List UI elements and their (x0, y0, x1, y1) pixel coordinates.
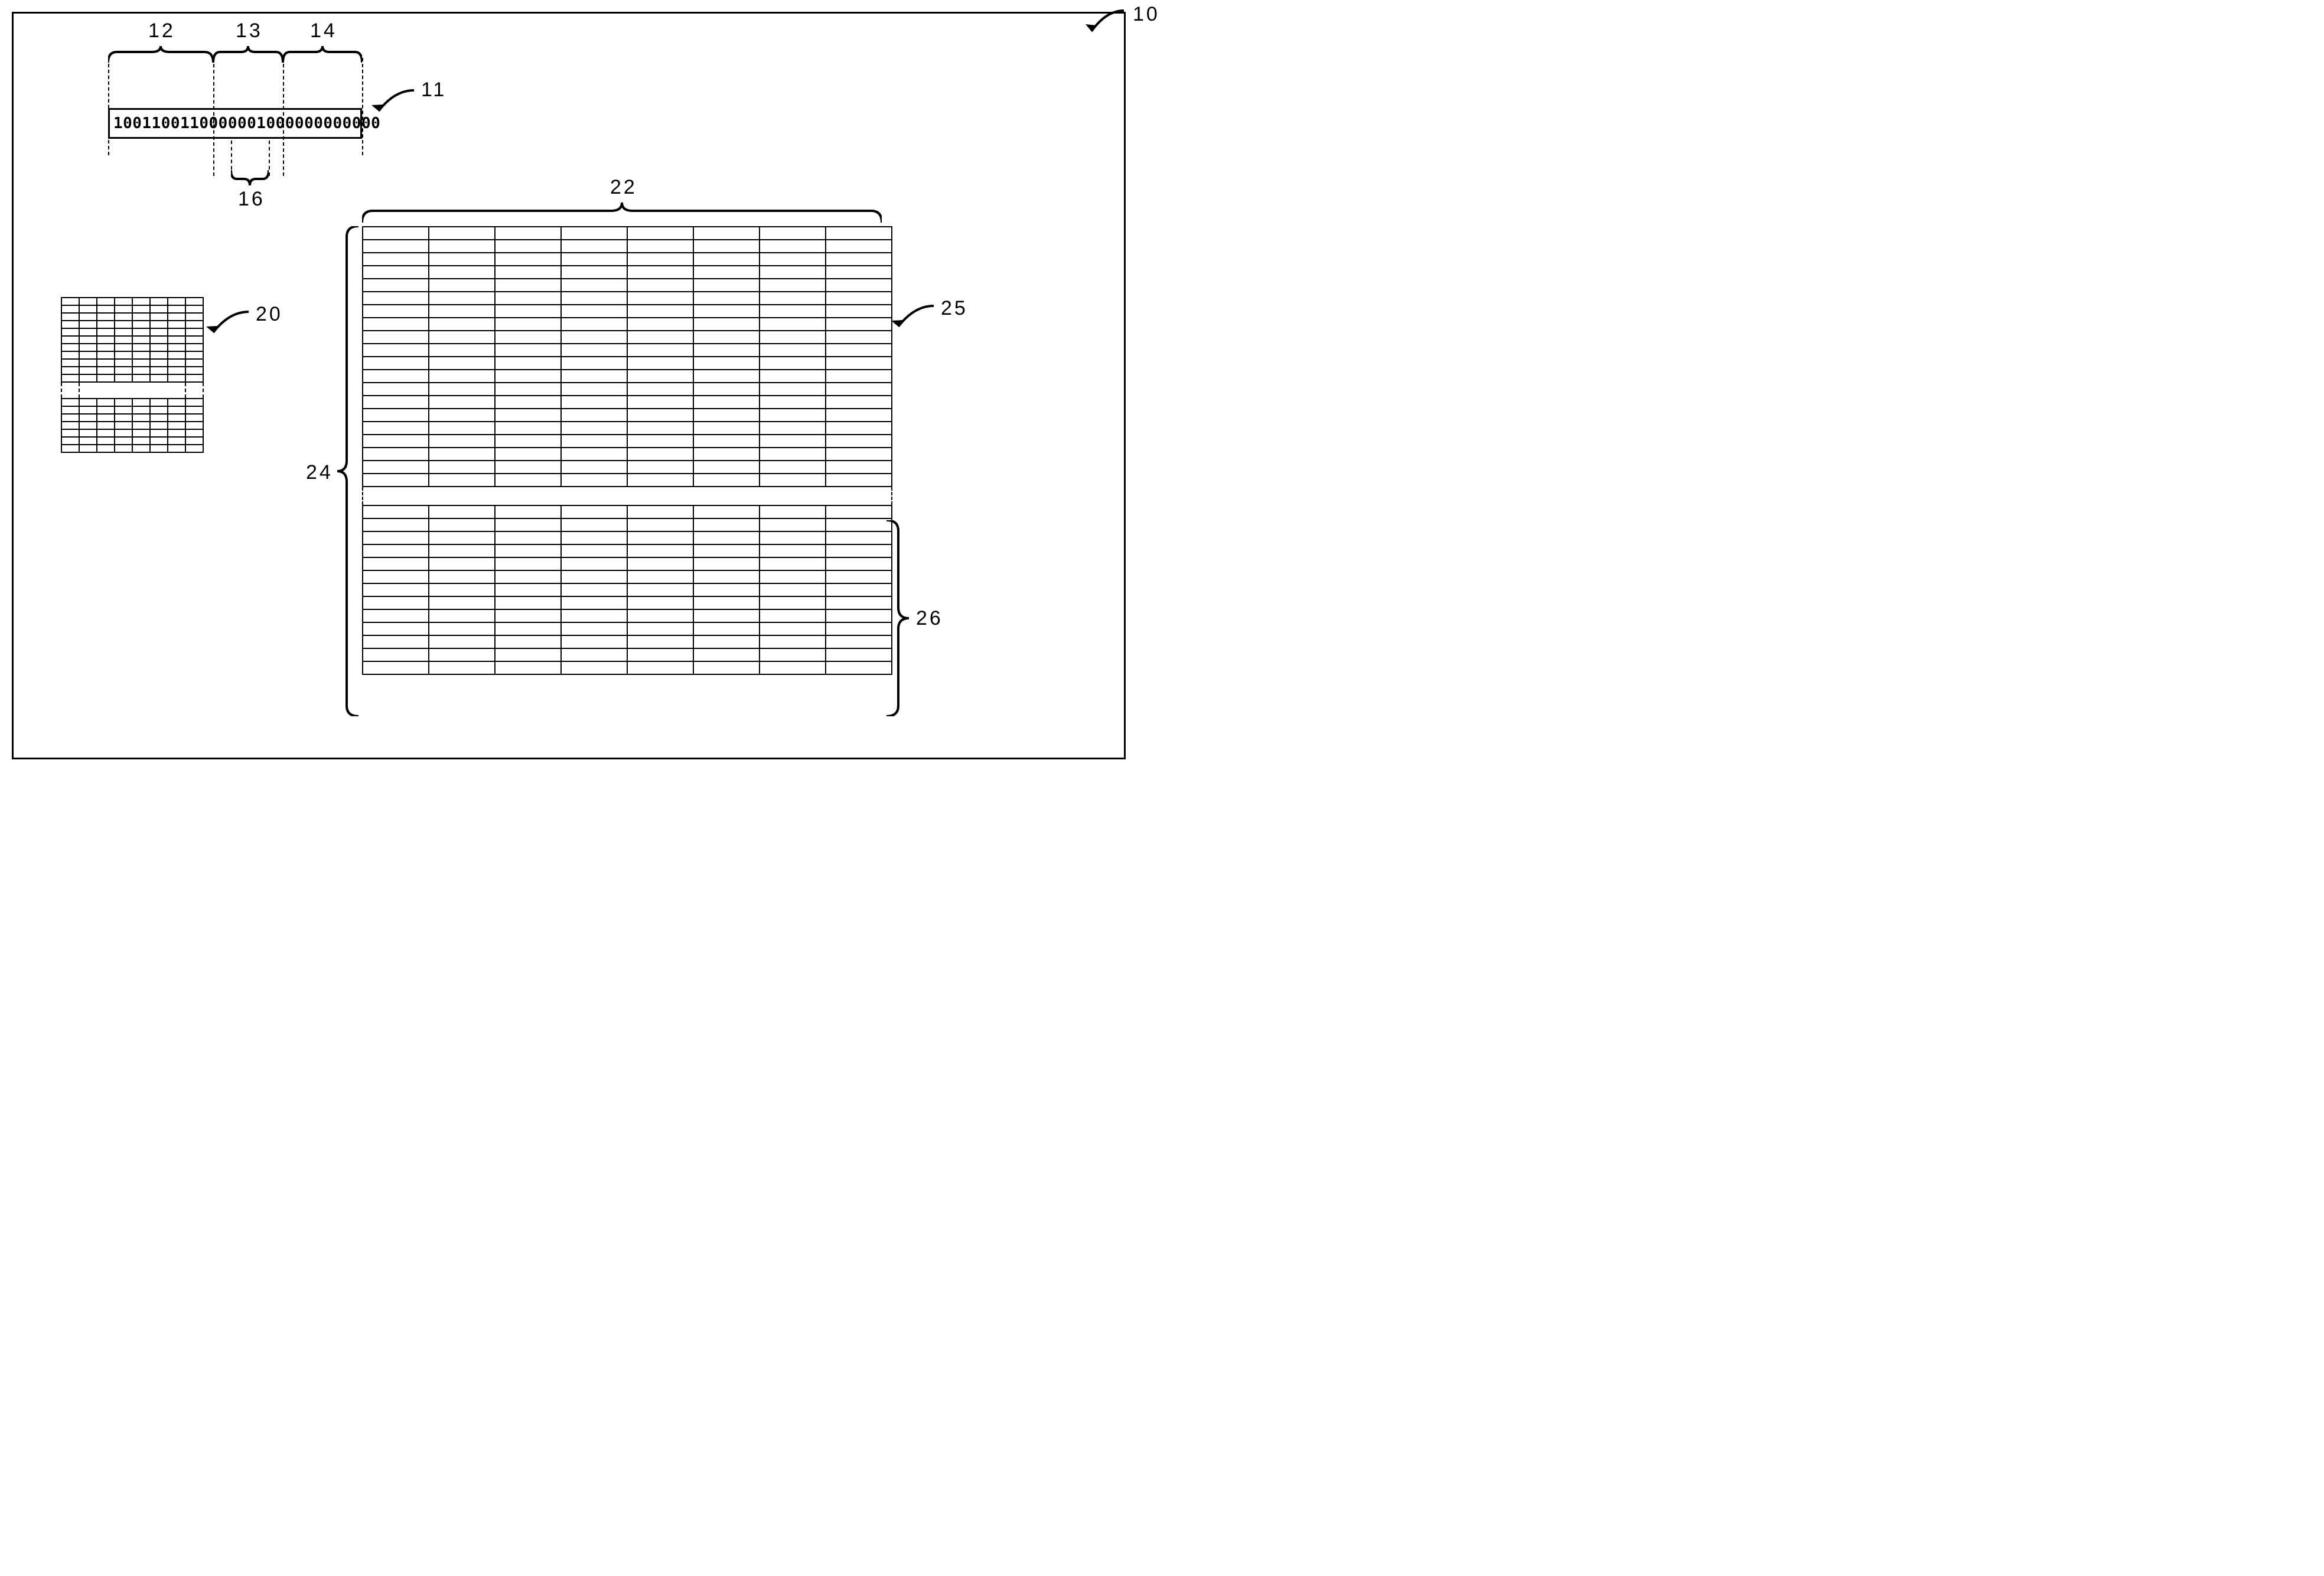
label-11: 11 (421, 79, 446, 102)
small-grid (61, 297, 204, 453)
label-14: 14 (310, 19, 337, 43)
arrow-20 (203, 309, 253, 341)
label-24: 24 (306, 461, 333, 484)
label-12: 12 (148, 19, 175, 43)
arrow-25 (888, 303, 938, 335)
label-13: 13 (236, 19, 263, 43)
brace-14 (283, 46, 362, 64)
brace-26 (886, 520, 910, 716)
label-16: 16 (238, 188, 265, 211)
label-25: 25 (941, 297, 968, 320)
brace-13 (213, 46, 283, 64)
brace-24 (337, 226, 360, 716)
large-grid (362, 226, 892, 675)
label-20: 20 (256, 303, 283, 326)
brace-22 (362, 203, 882, 224)
brace-12 (108, 46, 213, 64)
diagram-frame: 10 12 13 14 1001100110000001000000000000… (12, 12, 1126, 759)
binary-register: 1001100110000001000000000000 (108, 108, 362, 139)
register-bits: 1001100110000001000000000000 (113, 115, 380, 132)
label-22: 22 (610, 176, 637, 199)
label-26: 26 (916, 607, 943, 630)
brace-16 (231, 170, 269, 187)
label-10: 10 (1133, 3, 1160, 26)
arrow-10 (1083, 8, 1130, 43)
